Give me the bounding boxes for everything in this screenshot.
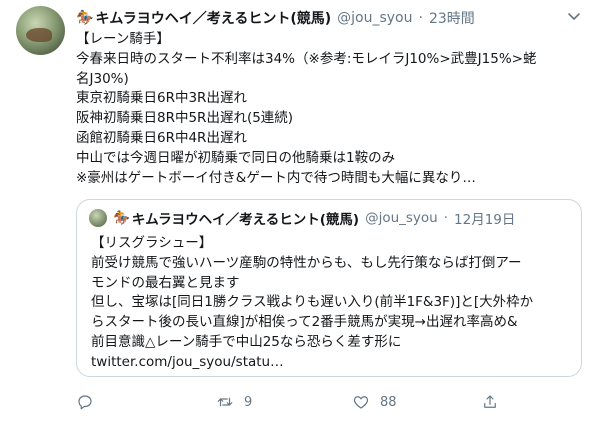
tweet-line: 函館初騎乗日6R中4R出遅れ bbox=[76, 129, 247, 146]
tweet-text: 【レーン騎手】 今春来日時のスタート不利率は34%（※参考:モレイラJ10%>武… bbox=[76, 30, 586, 188]
avatar[interactable] bbox=[16, 6, 65, 55]
timestamp[interactable]: 23時間 bbox=[429, 8, 475, 28]
share-button[interactable] bbox=[481, 390, 499, 414]
tweet-header: 🏇 キムラヨウヘイ／考えるヒント(競馬) @jou_syou · 23時間 bbox=[76, 8, 475, 28]
reply-icon bbox=[78, 395, 92, 410]
quoted-line: 前受け競馬で強いハーツ産駒の特性からも、もし先行策ならば打倒アー bbox=[91, 254, 522, 271]
quoted-avatar bbox=[89, 209, 107, 227]
action-bar: 9 88 bbox=[76, 390, 506, 414]
tweet-line: 阪神初騎乗日8R中5R出遅れ(5連続) bbox=[76, 110, 294, 127]
quoted-line: モンドの最右翼と見ます bbox=[91, 274, 240, 291]
horse-icon: 🏇 bbox=[76, 10, 94, 26]
quoted-header: 🏇 キムラヨウヘイ／考えるヒント(競馬) @jou_syou · 12月19日 bbox=[113, 208, 515, 228]
heart-icon bbox=[353, 396, 369, 409]
retweet-button[interactable]: 9 bbox=[216, 390, 252, 414]
tweet-line: 名J30%) bbox=[76, 70, 129, 87]
quoted-date: 12月19日 bbox=[454, 212, 516, 228]
chevron-down-icon[interactable] bbox=[566, 8, 582, 24]
quoted-display-name: キムラヨウヘイ／考えるヒント(競馬) bbox=[131, 212, 360, 228]
retweet-icon bbox=[217, 397, 233, 407]
quoted-tweet[interactable]: 🏇 キムラヨウヘイ／考えるヒント(競馬) @jou_syou · 12月19日 … bbox=[76, 199, 582, 377]
handle[interactable]: @jou_syou bbox=[337, 10, 412, 26]
quoted-line: 但し、宝塚は[同日1勝クラス戦よりも遅い入り(前半1F&3F)]と[大外枠か bbox=[91, 294, 534, 311]
quoted-line: 【リスグラシュー】 bbox=[91, 235, 213, 251]
retweet-count: 9 bbox=[244, 394, 253, 410]
quoted-link: twitter.com/jou_syou/statu… bbox=[91, 353, 284, 370]
tweet[interactable]: 🏇 キムラヨウヘイ／考えるヒント(競馬) @jou_syou · 23時間 【レ… bbox=[0, 0, 598, 423]
separator-dot: · bbox=[443, 210, 449, 226]
share-icon bbox=[484, 395, 496, 408]
like-count: 88 bbox=[380, 394, 397, 410]
separator-dot: · bbox=[418, 10, 423, 26]
tweet-line: ※豪州はゲートボーイ付き&ゲート内で待つ時間も大幅に異なり… bbox=[76, 169, 476, 186]
display-name[interactable]: キムラヨウヘイ／考えるヒント(競馬) bbox=[95, 8, 331, 28]
tweet-line: 中山では今週日曜が初騎乗で同日の他騎乗は1鞍のみ bbox=[76, 149, 396, 166]
tweet-line: 今春来日時のスタート不利率は34%（※参考:モレイラJ10%>武豊J15%>蛯 bbox=[76, 50, 537, 67]
quoted-handle: @jou_syou bbox=[365, 210, 438, 226]
quoted-line: 前目意識△レーン騎手で中山25なら恐らく差す形に bbox=[91, 333, 402, 350]
tweet-line: 【レーン騎手】 bbox=[76, 31, 170, 47]
horse-icon: 🏇 bbox=[113, 210, 130, 226]
like-button[interactable]: 88 bbox=[352, 390, 397, 414]
reply-button[interactable] bbox=[76, 390, 104, 414]
quoted-line: らスタート後の長い直線]が相俟って2番手競馬が実現→出遅れ率高め& bbox=[91, 314, 518, 331]
quoted-text: 【リスグラシュー】 前受け競馬で強いハーツ産駒の特性からも、もし先行策ならば打倒… bbox=[91, 234, 571, 373]
tweet-line: 東京初騎乗日6R中3R出遅れ bbox=[76, 90, 247, 107]
